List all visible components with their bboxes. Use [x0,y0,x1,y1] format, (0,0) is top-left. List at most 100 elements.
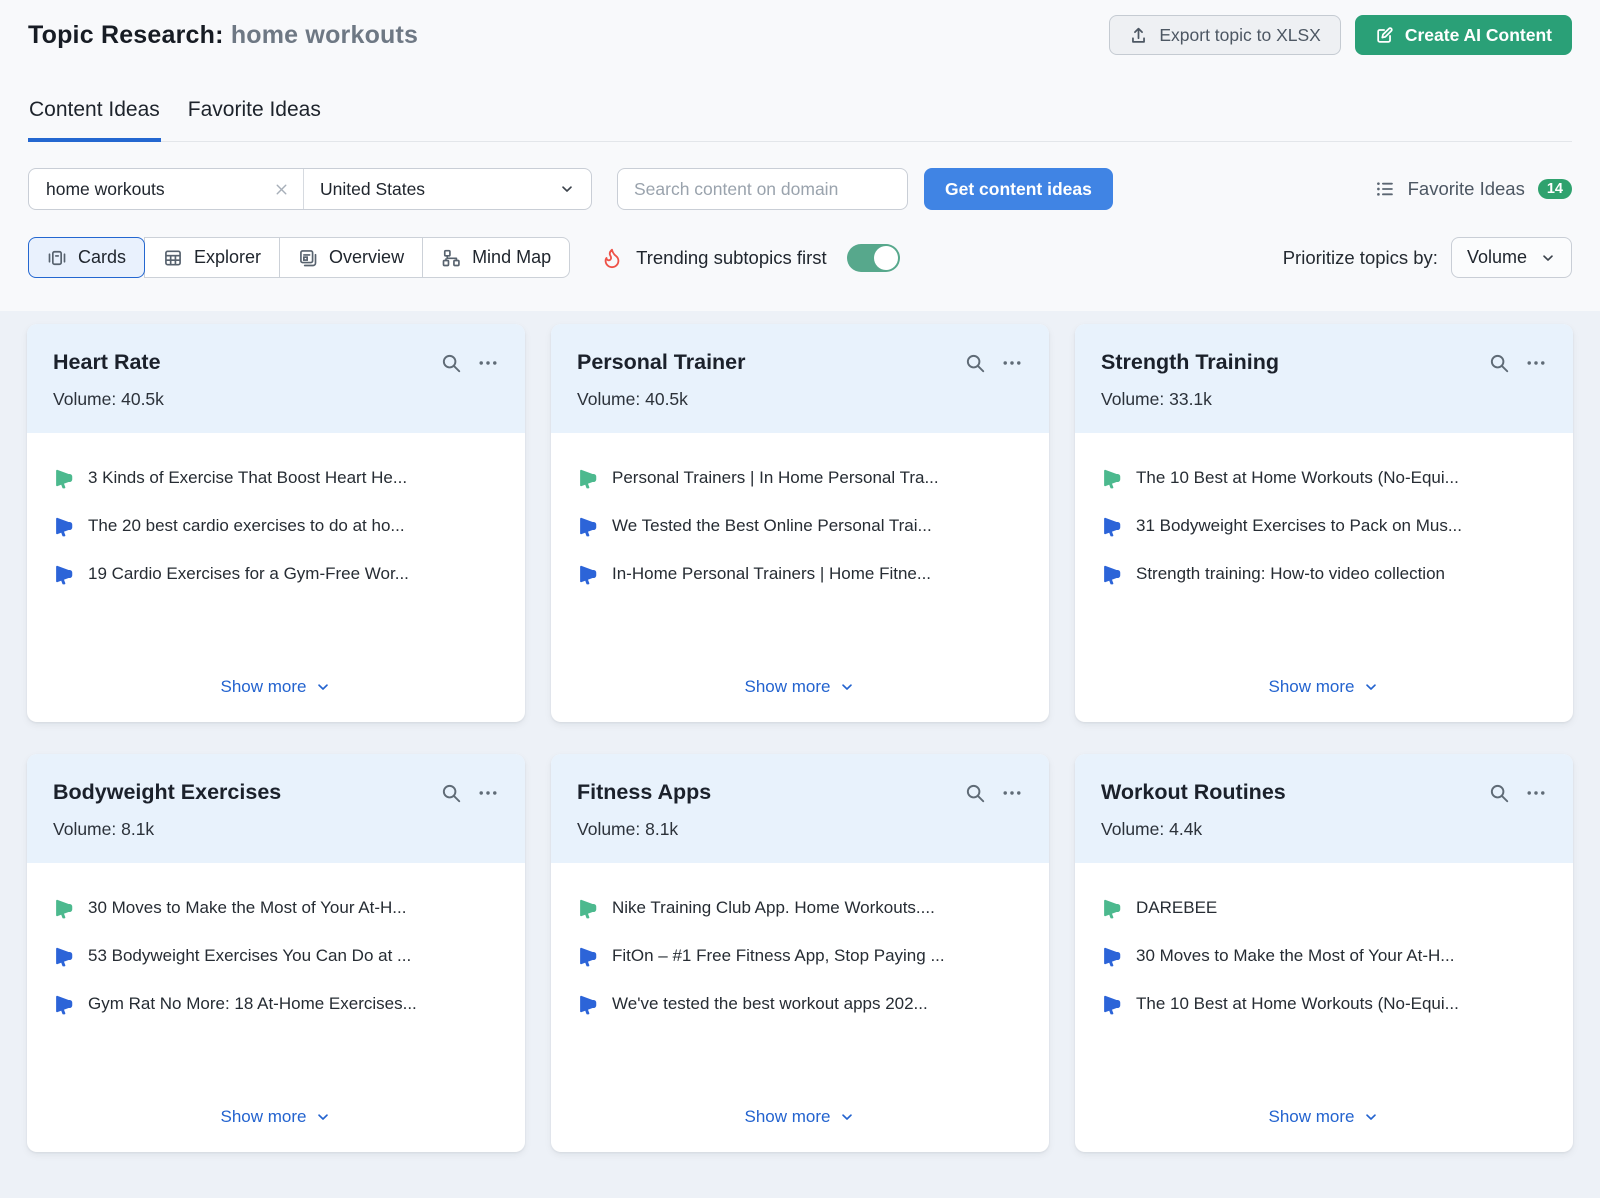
idea-item[interactable]: We Tested the Best Online Personal Trai.… [577,515,1023,537]
trending-control: Trending subtopics first [601,243,900,272]
card-header: Workout Routines Volume: 4.4k [1075,754,1573,863]
idea-title: Personal Trainers | In Home Personal Tra… [612,468,939,487]
idea-item[interactable]: Personal Trainers | In Home Personal Tra… [577,467,1023,489]
idea-item[interactable]: 19 Cardio Exercises for a Gym-Free Wor..… [53,563,499,585]
card-volume: Volume: 40.5k [53,389,164,409]
idea-item[interactable]: The 20 best cardio exercises to do at ho… [53,515,499,537]
tab-favorite-ideas[interactable]: Favorite Ideas [187,98,322,142]
idea-title: 53 Bodyweight Exercises You Can Do at ..… [88,946,412,965]
card-title: Bodyweight Exercises [53,780,282,804]
search-icon[interactable] [964,782,986,804]
card-volume: Volume: 8.1k [577,819,679,839]
compose-icon [1375,26,1394,45]
top-section: Topic Research: home workouts Export top… [0,0,1600,311]
more-options-icon[interactable] [1525,352,1547,374]
idea-title: 3 Kinds of Exercise That Boost Heart He.… [88,468,408,487]
more-options-icon[interactable] [1001,782,1023,804]
keyword-input[interactable] [44,177,273,201]
view-switcher: Cards Explorer Overview Mind Map [28,237,571,278]
idea-item[interactable]: DAREBEE [1101,897,1547,919]
idea-item[interactable]: Gym Rat No More: 18 At-Home Exercises... [53,993,499,1015]
show-more-button[interactable]: Show more [1101,663,1547,697]
search-icon[interactable] [440,782,462,804]
favorite-ideas-link[interactable]: Favorite Ideas 14 [1375,178,1572,200]
idea-item[interactable]: 53 Bodyweight Exercises You Can Do at ..… [53,945,499,967]
search-icon[interactable] [1488,352,1510,374]
card-title: Heart Rate [53,350,161,374]
view-tab-explorer[interactable]: Explorer [144,237,281,278]
idea-item[interactable]: 30 Moves to Make the Most of Your At-H..… [1101,945,1547,967]
favorite-ideas-count-badge: 14 [1537,178,1572,200]
search-icon[interactable] [1488,782,1510,804]
tab-bar: Content Ideas Favorite Ideas [28,98,1572,142]
chevron-down-icon [315,1109,331,1125]
show-more-button[interactable]: Show more [1101,1093,1547,1127]
idea-item[interactable]: Nike Training Club App. Home Workouts...… [577,897,1023,919]
idea-item[interactable]: The 10 Best at Home Workouts (No-Equi... [1101,467,1547,489]
search-filter-row: United States Get content ideas Favorite… [28,168,1572,210]
card-header: Heart Rate Volume: 40.5k [27,324,525,433]
show-more-button[interactable]: Show more [577,1093,1023,1127]
megaphone-icon [53,515,75,537]
card-volume: Volume: 4.4k [1101,819,1203,839]
idea-item[interactable]: 31 Bodyweight Exercises to Pack on Mus..… [1101,515,1547,537]
trending-toggle[interactable] [846,243,900,272]
card-body: DAREBEE 30 Moves to Make the Most of You… [1075,863,1573,1152]
search-icon[interactable] [440,352,462,374]
idea-item[interactable]: The 10 Best at Home Workouts (No-Equi... [1101,993,1547,1015]
megaphone-icon [577,897,599,919]
megaphone-icon [53,897,75,919]
more-options-icon[interactable] [1525,782,1547,804]
show-more-button[interactable]: Show more [53,663,499,697]
domain-search-input[interactable] [617,168,908,210]
megaphone-icon [53,945,75,967]
country-select[interactable]: United States [304,169,591,209]
idea-title: FitOn – #1 Free Fitness App, Stop Paying… [612,946,945,965]
idea-item[interactable]: FitOn – #1 Free Fitness App, Stop Paying… [577,945,1023,967]
export-xlsx-button[interactable]: Export topic to XLSX [1109,15,1341,55]
header-row: Topic Research: home workouts Export top… [28,14,1572,56]
show-more-button[interactable]: Show more [577,663,1023,697]
card-volume-value: 40.5k [121,389,164,409]
more-options-icon[interactable] [477,352,499,374]
topic-card-heart-rate: Heart Rate Volume: 40.5k 3 Kinds of Exer… [27,324,525,722]
tab-content-ideas[interactable]: Content Ideas [28,98,161,142]
cards-view-icon [47,248,67,268]
prioritize-select[interactable]: Volume [1450,237,1572,278]
keyword-box [29,169,304,209]
idea-item[interactable]: We've tested the best workout apps 202..… [577,993,1023,1015]
chevron-down-icon [1540,250,1556,266]
card-header: Fitness Apps Volume: 8.1k [551,754,1049,863]
more-options-icon[interactable] [477,782,499,804]
idea-item[interactable]: 3 Kinds of Exercise That Boost Heart He.… [53,467,499,489]
mindmap-icon [441,248,461,268]
topic-card-personal-trainer: Personal Trainer Volume: 40.5k Personal … [551,324,1049,722]
clear-keyword-icon[interactable] [273,181,290,198]
card-header: Personal Trainer Volume: 40.5k [551,324,1049,433]
idea-title: 19 Cardio Exercises for a Gym-Free Wor..… [88,564,409,583]
create-ai-content-button[interactable]: Create AI Content [1354,15,1572,55]
toggle-knob [873,245,898,270]
idea-item[interactable]: Strength training: How-to video collecti… [1101,563,1547,585]
card-body: Personal Trainers | In Home Personal Tra… [551,433,1049,722]
topic-card-strength-training: Strength Training Volume: 33.1k The 10 B… [1075,324,1573,722]
view-tab-mindmap[interactable]: Mind Map [422,237,571,278]
header-actions: Export topic to XLSX Create AI Content [1109,15,1572,55]
view-tab-cards[interactable]: Cards [28,237,146,278]
idea-item[interactable]: In-Home Personal Trainers | Home Fitne..… [577,563,1023,585]
view-tab-overview[interactable]: Overview [279,237,424,278]
search-icon[interactable] [964,352,986,374]
chevron-down-icon [1363,679,1379,695]
get-content-ideas-button[interactable]: Get content ideas [924,168,1113,210]
idea-item[interactable]: 30 Moves to Make the Most of Your At-H..… [53,897,499,919]
megaphone-icon [1101,945,1123,967]
show-more-button[interactable]: Show more [53,1093,499,1127]
view-tab-explorer-label: Explorer [194,247,262,267]
megaphone-icon [53,563,75,585]
keyword-country-group: United States [28,168,592,210]
card-volume: Volume: 33.1k [1101,389,1212,409]
trending-label: Trending subtopics first [636,246,827,268]
megaphone-icon [53,993,75,1015]
more-options-icon[interactable] [1001,352,1023,374]
megaphone-icon [577,993,599,1015]
